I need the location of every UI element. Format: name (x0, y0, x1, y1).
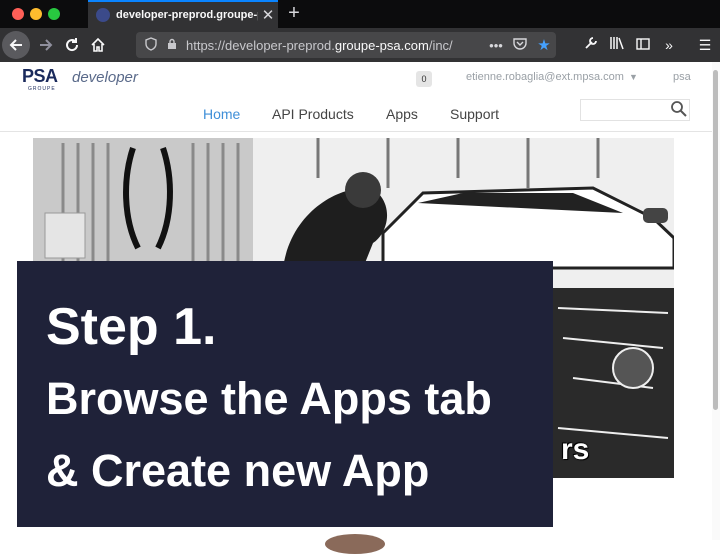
user-email[interactable]: etienne.robaglia@ext.mpsa.com (466, 71, 624, 83)
search-icon[interactable] (670, 100, 688, 118)
library-icon[interactable] (604, 31, 630, 59)
psa-developer-logo[interactable]: PSA developer GROUPE (22, 66, 152, 96)
browser-tab[interactable]: developer-preprod.groupe-psa.com/inc/ ✕ (88, 0, 278, 28)
nav-support[interactable]: Support (450, 106, 499, 122)
hero-text-fragment: rs (561, 433, 590, 466)
tab-close-icon[interactable]: ✕ (258, 6, 278, 24)
nav-api-products[interactable]: API Products (272, 106, 354, 122)
url-bar[interactable]: https://developer-preprod.groupe-psa.com… (136, 32, 556, 58)
site-header: PSA developer GROUPE 0 etienne.robaglia@… (0, 62, 712, 132)
instruction-overlay: Step 1. Browse the Apps tab & Create new… (17, 261, 553, 527)
sidebar-icon[interactable] (630, 31, 656, 59)
lock-icon[interactable] (166, 38, 178, 53)
url-text[interactable]: https://developer-preprod.groupe-psa.com… (186, 38, 484, 53)
page-scroll-thumb[interactable] (713, 70, 718, 410)
browser-titlebar: developer-preprod.groupe-psa.com/inc/ ✕ … (0, 0, 720, 28)
org-name[interactable]: psa (673, 71, 691, 83)
shield-icon[interactable] (144, 36, 158, 54)
window-close-button[interactable] (12, 8, 24, 20)
pocket-icon[interactable] (508, 37, 532, 53)
window-zoom-button[interactable] (48, 8, 60, 20)
reload-icon[interactable] (58, 31, 86, 59)
wrench-icon[interactable] (578, 31, 604, 59)
avatar (325, 534, 385, 554)
forward-icon[interactable] (32, 31, 60, 59)
instruction-line-2: & Create new App (46, 445, 430, 496)
more-icon[interactable]: ••• (484, 38, 508, 53)
bookmark-star-icon[interactable]: ★ (532, 36, 556, 54)
instruction-line-1: Browse the Apps tab (46, 373, 492, 424)
chevron-down-icon[interactable]: ▼ (629, 72, 638, 82)
new-tab-button[interactable]: + (284, 2, 304, 26)
home-icon[interactable] (84, 31, 112, 59)
tab-title: developer-preprod.groupe-psa.com/inc/ (116, 9, 258, 21)
step-heading: Step 1. (46, 298, 217, 356)
logo-word: developer (72, 69, 138, 86)
back-icon[interactable] (2, 31, 30, 59)
browser-navbar: https://developer-preprod.groupe-psa.com… (0, 28, 720, 62)
overflow-icon[interactable]: » (656, 31, 682, 59)
logo-brand: PSA (22, 66, 58, 86)
nav-home[interactable]: Home (203, 106, 240, 122)
nav-apps[interactable]: Apps (386, 106, 418, 122)
notification-badge[interactable]: 0 (416, 71, 432, 87)
favicon-icon (96, 8, 110, 22)
logo-sub: GROUPE (28, 86, 56, 92)
window-minimize-button[interactable] (30, 8, 42, 20)
hamburger-menu-icon[interactable]: ☰ (692, 31, 718, 59)
